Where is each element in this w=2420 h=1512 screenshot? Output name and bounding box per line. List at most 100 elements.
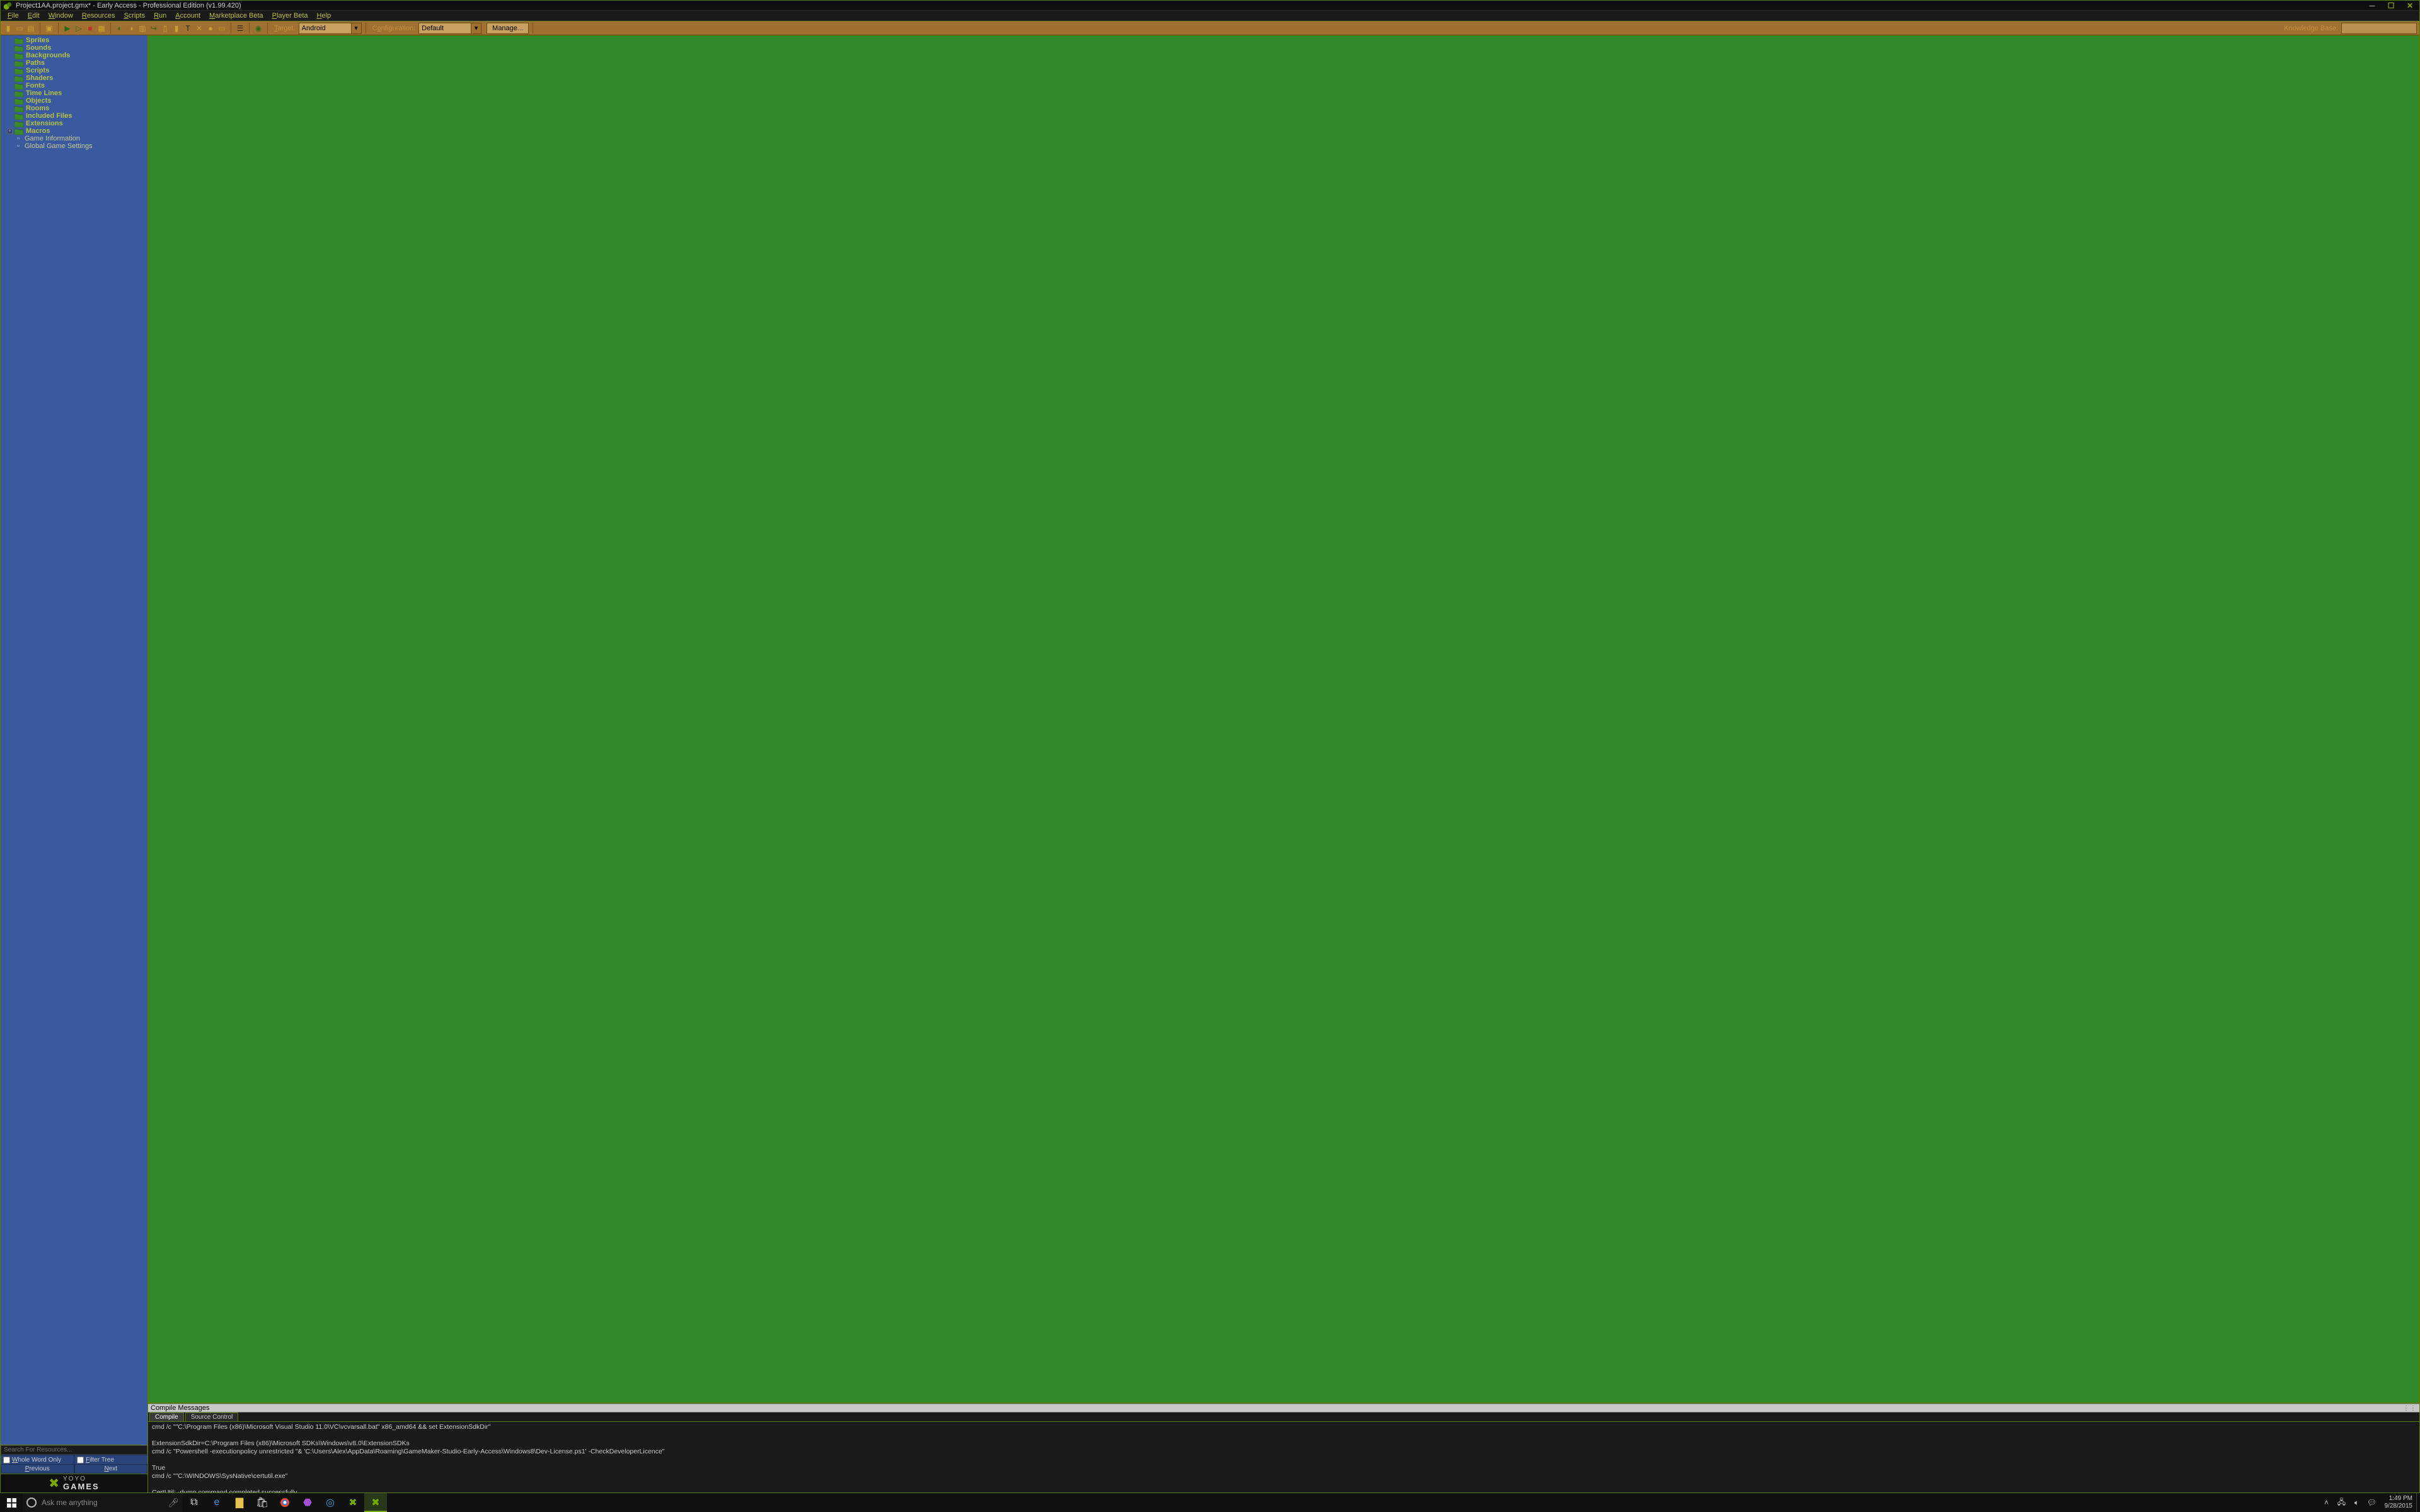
resource-search-input[interactable]: [1, 1445, 147, 1455]
menu-player-beta[interactable]: Player Beta: [268, 11, 313, 20]
volume-icon[interactable]: 🔈︎: [2352, 1498, 2362, 1508]
maximize-button[interactable]: ☐: [2384, 2, 2398, 9]
store-icon[interactable]: 🛍︎: [251, 1493, 274, 1512]
minimize-button[interactable]: ─: [2365, 2, 2379, 9]
create-exe-icon[interactable]: ▣: [44, 23, 54, 33]
object-res-icon[interactable]: ●: [205, 23, 216, 33]
toolbar-separator: [249, 23, 250, 34]
close-button[interactable]: ✕: [2403, 2, 2417, 9]
folder-icon: [14, 113, 23, 120]
debug-icon[interactable]: ▷: [74, 23, 84, 33]
compile-tabs: CompileSource Control: [148, 1412, 2419, 1422]
folder-icon: [14, 45, 23, 52]
app-icon: [3, 1, 12, 10]
menu-window[interactable]: Window: [44, 11, 78, 20]
workspace-canvas[interactable]: [148, 35, 2419, 1403]
config-value: Default: [422, 25, 444, 32]
shader-res-icon[interactable]: ▮: [171, 23, 182, 33]
panel-grip-icon[interactable]: ⋮⋮: [2403, 1405, 2417, 1412]
save-icon[interactable]: ▤: [26, 23, 36, 33]
tree-folder-shaders[interactable]: Shaders: [1, 74, 147, 82]
file-explorer-icon[interactable]: ▇: [228, 1493, 251, 1512]
tree-folder-rooms[interactable]: Rooms: [1, 105, 147, 112]
chrome-icon[interactable]: [274, 1493, 296, 1512]
resource-tree[interactable]: SpritesSoundsBackgroundsPathsScriptsShad…: [1, 35, 147, 1445]
tree-doc-global-game-settings[interactable]: ▫Global Game Settings: [1, 142, 147, 150]
next-button[interactable]: Next: [74, 1464, 148, 1474]
taskbar-clock[interactable]: 1:49 PM 9/28/2015: [2381, 1495, 2417, 1510]
tree-folder-scripts[interactable]: Scripts: [1, 67, 147, 74]
menu-help[interactable]: Help: [313, 11, 336, 20]
gamemaker-icon[interactable]: ✖: [342, 1493, 364, 1512]
folder-icon: [14, 83, 23, 89]
compile-tab-source-control[interactable]: Source Control: [185, 1412, 239, 1421]
menu-account[interactable]: Account: [171, 11, 205, 20]
background-res-icon[interactable]: ▥: [137, 23, 147, 33]
kb-search[interactable]: [2341, 23, 2417, 34]
tree-folder-sounds[interactable]: Sounds: [1, 44, 147, 52]
whole-word-checkbox[interactable]: Whole Word Only: [1, 1457, 74, 1463]
tree-folder-paths[interactable]: Paths: [1, 59, 147, 67]
sound-res-icon[interactable]: ◑: [126, 23, 136, 33]
tree-folder-sprites[interactable]: Sprites: [1, 37, 147, 44]
help-icon[interactable]: ◉: [253, 23, 263, 33]
folder-icon: [14, 52, 23, 59]
open-project-icon[interactable]: ▭: [14, 23, 25, 33]
target-label: Target:: [274, 25, 296, 32]
menu-run[interactable]: Run: [149, 11, 171, 20]
tree-folder-extensions[interactable]: Extensions: [1, 120, 147, 127]
menu-resources[interactable]: Resources: [78, 11, 120, 20]
compile-log[interactable]: cmd /c ""C:\Program Files (x86)\Microsof…: [148, 1422, 2419, 1492]
tree-folder-fonts[interactable]: Fonts: [1, 82, 147, 89]
toolbar-separator: [267, 23, 268, 34]
menu-edit[interactable]: Edit: [23, 11, 44, 20]
tray-chevron-up-icon[interactable]: ˄: [2322, 1498, 2332, 1507]
network-icon[interactable]: 🖧︎: [2337, 1496, 2347, 1509]
task-view-icon[interactable]: ⧉: [183, 1493, 205, 1512]
compile-panel-header[interactable]: Compile Messages ⋮⋮: [148, 1404, 2419, 1412]
chevron-down-icon[interactable]: ▾: [471, 23, 481, 33]
brand-logo: ✖ YOYO GAMES: [1, 1474, 147, 1492]
menu-marketplace-beta[interactable]: Marketplace Beta: [205, 11, 268, 20]
app-generic-icon[interactable]: ◎: [319, 1493, 342, 1512]
tree-folder-time-lines[interactable]: Time Lines: [1, 89, 147, 97]
tree-folder-macros[interactable]: +Macros: [1, 127, 147, 135]
target-combo[interactable]: Android ▾: [299, 23, 362, 34]
previous-button[interactable]: Previous: [1, 1464, 74, 1474]
compile-tab-compile[interactable]: Compile: [149, 1412, 184, 1421]
folder-icon: [14, 37, 23, 44]
cortana-icon: [26, 1498, 37, 1508]
filter-tree-checkbox[interactable]: Filter Tree: [74, 1457, 147, 1463]
config-combo[interactable]: Default ▾: [418, 23, 481, 34]
tree-folder-included-files[interactable]: Included Files: [1, 112, 147, 120]
stop-icon[interactable]: ■: [85, 23, 95, 33]
microphone-icon[interactable]: 🎤︎: [168, 1498, 179, 1508]
kb-label: Knowledge Base:: [2284, 25, 2338, 32]
font-res-icon[interactable]: T: [183, 23, 193, 33]
room-res-icon[interactable]: ▭: [217, 23, 227, 33]
run-icon[interactable]: ▶: [62, 23, 72, 33]
script-res-icon[interactable]: ▯: [160, 23, 170, 33]
tree-folder-objects[interactable]: Objects: [1, 97, 147, 105]
show-desktop-button[interactable]: [2416, 1493, 2420, 1512]
taskbar: Ask me anything 🎤︎ ⧉ e ▇ 🛍︎ ⬣ ◎ ✖ ✖ ˄ 🖧︎…: [0, 1493, 2420, 1512]
menu-scripts[interactable]: Scripts: [119, 11, 149, 20]
list-icon[interactable]: ☰: [235, 23, 245, 33]
gamemaker-ea-icon[interactable]: ✖: [364, 1493, 387, 1512]
tree-doc-game-information[interactable]: ▫Game Information: [1, 135, 147, 142]
taskbar-search[interactable]: Ask me anything 🎤︎: [23, 1493, 183, 1512]
start-button[interactable]: [0, 1493, 23, 1512]
manage-button[interactable]: Manage...: [487, 23, 529, 34]
menu-file[interactable]: File: [3, 11, 23, 20]
path-res-icon[interactable]: ↪: [149, 23, 159, 33]
chevron-down-icon[interactable]: ▾: [351, 23, 361, 33]
sprite-res-icon[interactable]: ◐: [115, 23, 125, 33]
action-center-icon[interactable]: 💬︎: [2367, 1498, 2377, 1507]
tree-folder-backgrounds[interactable]: Backgrounds: [1, 52, 147, 59]
document-icon: ▫: [14, 135, 22, 142]
clean-icon[interactable]: ▦: [96, 23, 107, 33]
visual-studio-icon[interactable]: ⬣: [296, 1493, 319, 1512]
new-project-icon[interactable]: ▮: [3, 23, 13, 33]
edge-icon[interactable]: e: [205, 1493, 228, 1512]
timeline-res-icon[interactable]: ✕: [194, 23, 204, 33]
